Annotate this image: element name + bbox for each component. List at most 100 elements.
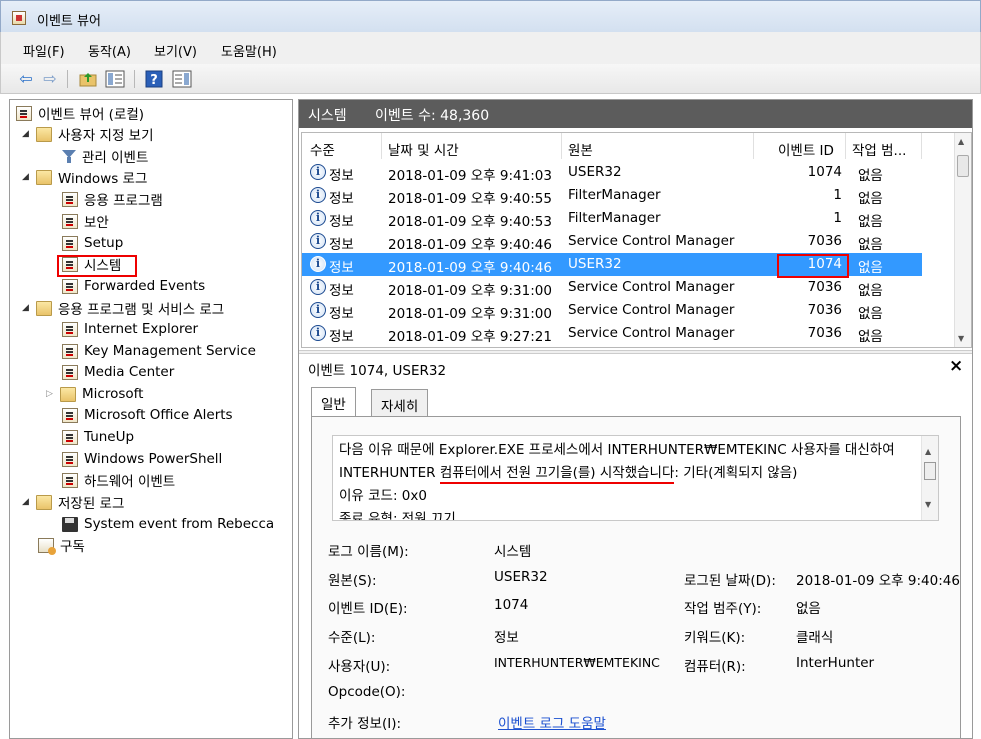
tab-general[interactable]: 일반 [311,387,356,416]
label-logged: 로그된 날짜(D): [684,573,776,589]
tree-item-label: 구독 [60,539,85,555]
window-title: 이벤트 뷰어 [37,14,101,29]
event-row[interactable]: i 정보 2018-01-09 오후 9:40:53 FilterManager… [302,207,922,230]
event-description[interactable]: 다음 이유 때문에 Explorer.EXE 프로세스에서 INTERHUNTE… [332,435,939,521]
event-row[interactable]: i 정보 2018-01-09 오후 9:40:46 Service Contr… [302,230,922,253]
log-name: 시스템 [308,108,347,124]
tree-item-windows-powershell[interactable]: Windows PowerShell [62,449,222,469]
tree-item-label: Windows PowerShell [84,451,223,467]
row-level: 정보 [329,168,354,184]
scroll-down-icon[interactable]: ▼ [925,493,931,516]
tree-item-setup[interactable]: Setup [62,233,123,253]
details-title: 이벤트 1074, USER32 [308,363,447,379]
menu-bar: 파일(F) 동작(A) 보기(V) 도움말(H) [0,32,981,64]
expand-arrow-icon[interactable]: ◢ [22,172,36,182]
tree-item-saved-logs[interactable]: ◢ 저장된 로그 [22,492,124,512]
row-source: Service Control Manager [568,233,735,249]
help-icon[interactable]: ? [143,69,165,89]
tree-item-admin-events[interactable]: 관리 이벤트 [62,146,148,166]
menu-help[interactable]: 도움말(H) [221,41,277,60]
desc-line: 다음 이유 때문에 Explorer.EXE 프로세스에서 INTERHUNTE… [339,442,895,458]
folder-icon [36,300,52,316]
tree-item-forwarded-events[interactable]: Forwarded Events [62,276,205,296]
row-source: Service Control Manager [568,279,735,295]
svg-text:?: ? [150,73,158,88]
tree-item-microsoft[interactable]: ▷ Microsoft [46,384,143,404]
info-icon: i [310,256,326,272]
expand-arrow-icon[interactable]: ◢ [22,129,36,139]
folder-up-icon[interactable] [77,69,99,89]
tree-item-label: Forwarded Events [84,278,206,294]
row-level: 정보 [329,306,354,322]
tree-item-label: Key Management Service [84,343,256,359]
event-log-help-link[interactable]: 이벤트 로그 도움말 [498,712,606,732]
menu-action[interactable]: 동작(A) [88,41,131,60]
event-row[interactable]: i 정보 2018-01-09 오후 9:31:00 Service Contr… [302,299,922,322]
column-header-level[interactable]: 수준 [302,133,382,159]
scroll-thumb[interactable] [924,462,936,480]
expand-arrow-icon[interactable]: ◢ [22,303,36,313]
row-category: 없음 [858,306,883,322]
action-pane-icon[interactable] [171,69,193,89]
pane-splitter[interactable] [299,350,972,354]
scroll-up-icon[interactable]: ▲ [958,137,964,146]
tab-details[interactable]: 자세히 [371,389,429,416]
show-hide-tree-icon[interactable] [104,69,126,89]
scroll-down-icon[interactable]: ▼ [958,334,964,343]
event-row[interactable]: i 정보 2018-01-09 오후 9:41:03 USER32 1074 없… [302,161,922,184]
tree-item-label: 이벤트 뷰어 (로컬) [38,107,145,123]
tree-item-tuneup[interactable]: TuneUp [62,427,134,447]
tree-item-custom-views[interactable]: ◢ 사용자 지정 보기 [22,124,154,144]
column-header-event-id[interactable]: 이벤트 ID [754,133,846,159]
log-icon [62,235,78,251]
log-icon [62,191,78,207]
label-more-info: 추가 정보(I): [328,716,402,732]
saved-log-disk-icon [62,516,78,532]
scroll-up-icon[interactable]: ▲ [925,440,931,463]
tree-item-application[interactable]: 응용 프로그램 [62,189,163,209]
tree-item-windows-logs[interactable]: ◢ Windows 로그 [22,167,147,187]
subscription-icon [38,537,56,555]
expand-arrow-icon[interactable]: ◢ [22,497,36,507]
list-scrollbar[interactable]: ▲ ▼ [954,133,971,347]
event-row[interactable]: i 정보 2018-01-09 오후 9:27:21 Service Contr… [302,322,922,345]
tree-item-subscriptions[interactable]: 구독 [38,535,85,555]
tree-item-apps-services-logs[interactable]: ◢ 응용 프로그램 및 서비스 로그 [22,298,224,318]
column-header-source[interactable]: 원본 [562,133,754,159]
row-source: FilterManager [568,187,661,203]
tree-item-media-center[interactable]: Media Center [62,362,174,382]
tree-item-internet-explorer[interactable]: Internet Explorer [62,319,198,339]
tree-item-system[interactable]: 시스템 [62,254,121,274]
description-scrollbar[interactable]: ▲ ▼ [921,436,938,520]
event-row-selected[interactable]: i 정보 2018-01-09 오후 9:40:46 USER32 1074 없… [302,253,922,276]
row-datetime: 2018-01-09 오후 9:27:21 [388,329,552,345]
tree-item-system-event-from-rebecca[interactable]: System event from Rebecca [62,514,274,534]
info-icon: i [310,302,326,318]
log-icon [62,364,78,380]
log-icon [62,321,78,337]
forward-arrow-icon[interactable]: ⇨ [39,69,61,89]
tree-item-key-management-service[interactable]: Key Management Service [62,341,256,361]
row-level: 정보 [329,214,354,230]
back-arrow-icon[interactable]: ⇦ [15,69,37,89]
tree-item-label: 응용 프로그램 [84,193,163,209]
scroll-thumb[interactable] [957,155,969,177]
close-icon[interactable]: × [949,356,963,376]
column-header-category[interactable]: 작업 범... [846,133,922,159]
desc-line: 이유 코드: 0x0 [339,488,427,504]
tree-item-security[interactable]: 보안 [62,211,109,231]
collapse-arrow-icon[interactable]: ▷ [46,389,60,399]
event-row[interactable]: i 정보 2018-01-09 오후 9:40:55 FilterManager… [302,184,922,207]
log-icon [62,407,78,423]
menu-view[interactable]: 보기(V) [154,41,197,60]
tree-item-root[interactable]: 이벤트 뷰어 (로컬) [16,103,144,123]
folder-icon [36,169,52,185]
tree-item-office-alerts[interactable]: Microsoft Office Alerts [62,405,233,425]
event-row[interactable]: i 정보 2018-01-09 오후 9:31:00 Service Contr… [302,276,922,299]
tree-item-label: 사용자 지정 보기 [58,128,154,144]
menu-file[interactable]: 파일(F) [23,41,65,60]
tree-item-hardware-events[interactable]: 하드웨어 이벤트 [62,470,175,490]
tree-item-label: 하드웨어 이벤트 [84,474,176,490]
info-icon: i [310,325,326,341]
column-header-datetime[interactable]: 날짜 및 시간 [382,133,562,159]
